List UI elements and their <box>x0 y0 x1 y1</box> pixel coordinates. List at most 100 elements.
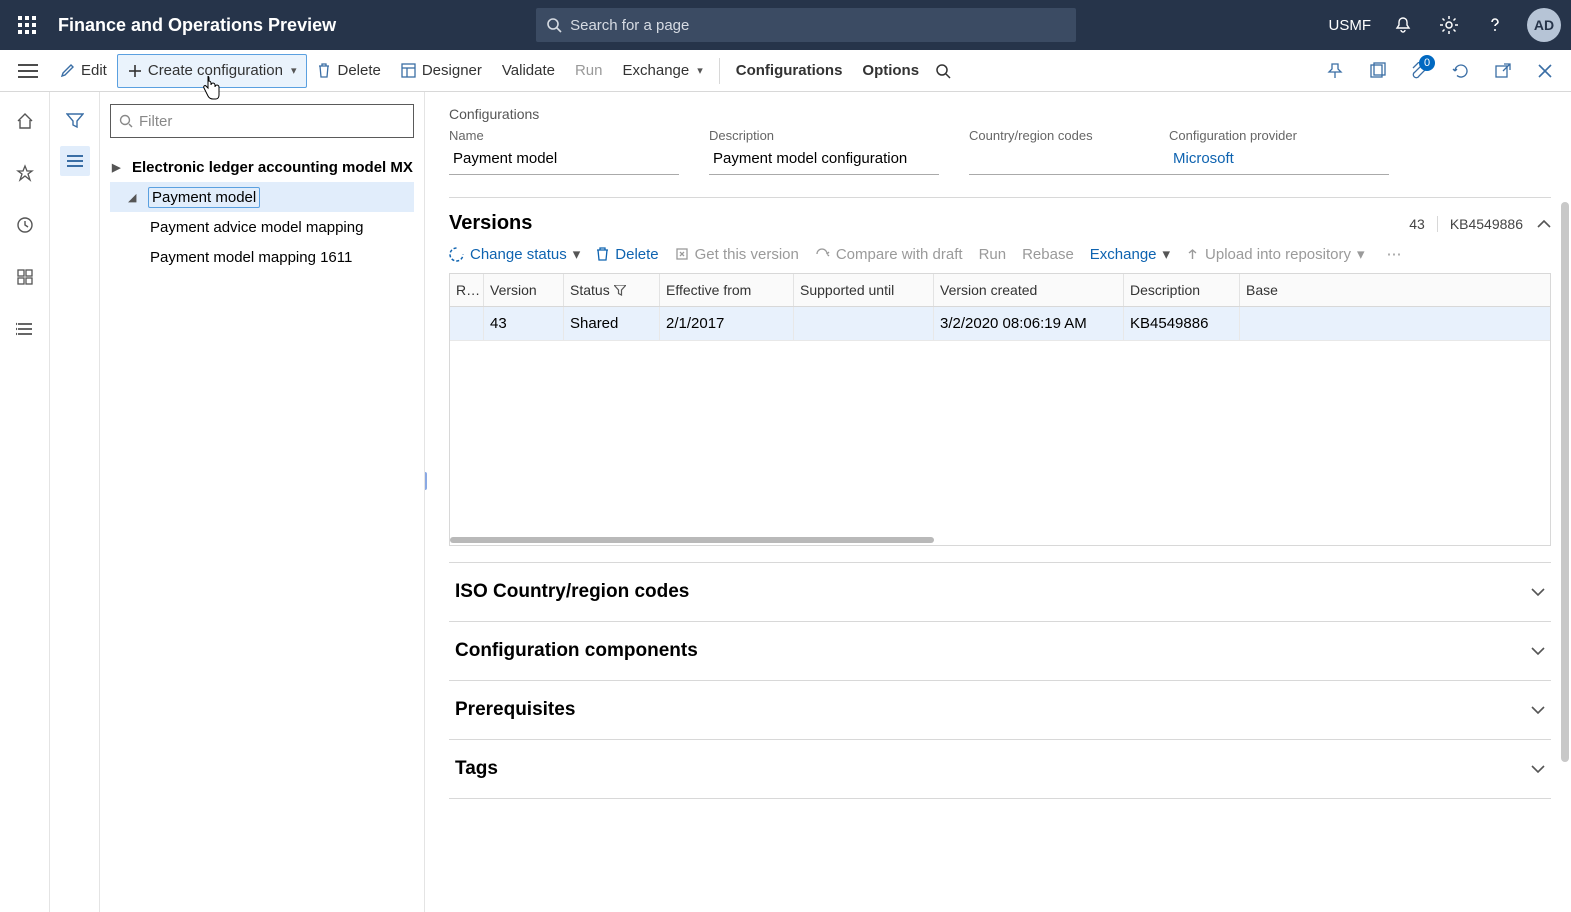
app-header: Finance and Operations Preview USMF AD <box>0 0 1571 50</box>
tree-item-advice-mapping[interactable]: Payment advice model mapping <box>110 212 414 242</box>
configurations-label: Configurations <box>736 62 843 79</box>
company-label[interactable]: USMF <box>1329 17 1372 34</box>
splitter-handle[interactable] <box>425 472 427 490</box>
grid-row[interactable]: 43 Shared 2/1/2017 3/2/2020 08:06:19 AM … <box>450 307 1550 341</box>
nav-toggle-icon[interactable] <box>6 64 50 78</box>
collapse-icon[interactable] <box>1537 219 1551 229</box>
attachment-badge: 0 <box>1419 55 1435 71</box>
name-value[interactable]: Payment model <box>449 147 679 175</box>
col-status[interactable]: Status <box>564 274 660 306</box>
description-value[interactable]: Payment model configuration <box>709 147 939 175</box>
search-command[interactable] <box>929 54 957 88</box>
chevron-down-icon: ▾ <box>1357 245 1365 263</box>
config-tree-panel: ▶ Electronic ledger accounting model MX … <box>100 92 425 912</box>
validate-button[interactable]: Validate <box>492 54 565 88</box>
attachment-icon[interactable]: 0 <box>1401 53 1437 89</box>
accordion-iso[interactable]: ISO Country/region codes <box>449 563 1551 622</box>
versions-toolbar: Change status ▾ Delete Get this version <box>449 245 1551 263</box>
version-exchange-label: Exchange <box>1090 246 1157 263</box>
close-icon[interactable] <box>1527 53 1563 89</box>
upload-repo-button: Upload into repository ▾ <box>1186 245 1364 263</box>
create-configuration-button[interactable]: Create configuration ▾ <box>117 54 308 88</box>
settings-icon[interactable] <box>1435 11 1463 39</box>
designer-icon <box>401 63 416 78</box>
cell-base <box>1240 307 1380 340</box>
home-icon[interactable] <box>10 106 40 136</box>
chevron-down-icon <box>1531 646 1545 656</box>
version-exchange-button[interactable]: Exchange ▾ <box>1090 245 1170 263</box>
tree-child2-label: Payment model mapping 1611 <box>150 249 352 266</box>
accordion-prerequisites[interactable]: Prerequisites <box>449 681 1551 740</box>
app-title: Finance and Operations Preview <box>58 15 336 36</box>
cell-r <box>450 307 484 340</box>
user-avatar[interactable]: AD <box>1527 8 1561 42</box>
col-description[interactable]: Description <box>1124 274 1240 306</box>
recent-icon[interactable] <box>10 210 40 240</box>
provider-label: Configuration provider <box>1169 128 1389 143</box>
versions-title: Versions <box>449 212 1409 235</box>
left-nav-rail <box>0 92 50 912</box>
provider-value[interactable]: Microsoft <box>1169 147 1389 175</box>
compare-icon <box>815 247 830 261</box>
favorite-icon[interactable] <box>10 158 40 188</box>
col-effective[interactable]: Effective from <box>660 274 794 306</box>
accordion-components[interactable]: Configuration components <box>449 622 1551 681</box>
edit-button[interactable]: Edit <box>50 54 117 88</box>
overflow-button[interactable]: ⋯ <box>1381 245 1402 263</box>
col-status-label: Status <box>570 282 610 298</box>
list-icon[interactable] <box>60 146 90 176</box>
country-value[interactable] <box>969 147 1169 175</box>
accordion-tags[interactable]: Tags <box>449 740 1551 799</box>
pencil-icon <box>60 63 75 78</box>
tree-item-mapping-1611[interactable]: Payment model mapping 1611 <box>110 242 414 272</box>
workspaces-icon[interactable] <box>10 262 40 292</box>
options-tab[interactable]: Options <box>852 54 929 88</box>
change-status-label: Change status <box>470 246 567 263</box>
cell-description: KB4549886 <box>1124 307 1240 340</box>
help-icon[interactable] <box>1481 11 1509 39</box>
designer-button[interactable]: Designer <box>391 54 492 88</box>
global-search-input[interactable] <box>570 17 1066 34</box>
versions-grid: R… Version Status Effective from Support… <box>449 273 1551 546</box>
global-search[interactable] <box>536 8 1076 42</box>
description-label: Description <box>709 128 939 143</box>
chevron-down-icon: ▾ <box>697 64 703 77</box>
acc-iso-title: ISO Country/region codes <box>455 581 1531 603</box>
version-delete-button[interactable]: Delete <box>596 246 658 263</box>
tree-filter[interactable] <box>110 104 414 138</box>
notifications-icon[interactable] <box>1389 11 1417 39</box>
get-version-label: Get this version <box>695 246 799 263</box>
col-base[interactable]: Base <box>1240 274 1380 306</box>
tree-item-root[interactable]: ▶ Electronic ledger accounting model MX <box>110 152 414 182</box>
col-created[interactable]: Version created <box>934 274 1124 306</box>
tree-filter-input[interactable] <box>139 113 405 130</box>
tree-item-payment-model[interactable]: ◢ Payment model <box>110 182 414 212</box>
grid-header: R… Version Status Effective from Support… <box>450 274 1550 307</box>
open-new-icon[interactable] <box>1359 53 1395 89</box>
acc-prereq-title: Prerequisites <box>455 699 1531 721</box>
modules-icon[interactable] <box>10 314 40 344</box>
run-label: Run <box>575 62 603 79</box>
edit-label: Edit <box>81 62 107 79</box>
configurations-tab[interactable]: Configurations <box>726 54 853 88</box>
change-status-button[interactable]: Change status ▾ <box>449 245 580 263</box>
cell-supported <box>794 307 934 340</box>
filter-icon[interactable] <box>60 106 90 136</box>
search-icon <box>546 17 562 33</box>
app-launcher-icon[interactable] <box>10 16 44 34</box>
scrollbar-thumb[interactable] <box>450 537 934 543</box>
version-delete-label: Delete <box>615 246 658 263</box>
exchange-button[interactable]: Exchange ▾ <box>613 54 713 88</box>
popout-icon[interactable] <box>1485 53 1521 89</box>
delete-button[interactable]: Delete <box>307 54 390 88</box>
col-r[interactable]: R… <box>450 274 484 306</box>
pin-icon[interactable] <box>1317 53 1353 89</box>
refresh-icon[interactable] <box>1443 53 1479 89</box>
detail-v-scrollbar[interactable] <box>1561 202 1569 822</box>
col-version[interactable]: Version <box>484 274 564 306</box>
caret-down-icon: ◢ <box>128 191 142 204</box>
col-supported[interactable]: Supported until <box>794 274 934 306</box>
grid-body[interactable]: 43 Shared 2/1/2017 3/2/2020 08:06:19 AM … <box>450 307 1550 535</box>
scrollbar-thumb[interactable] <box>1561 202 1569 762</box>
grid-h-scrollbar[interactable] <box>450 535 1550 545</box>
